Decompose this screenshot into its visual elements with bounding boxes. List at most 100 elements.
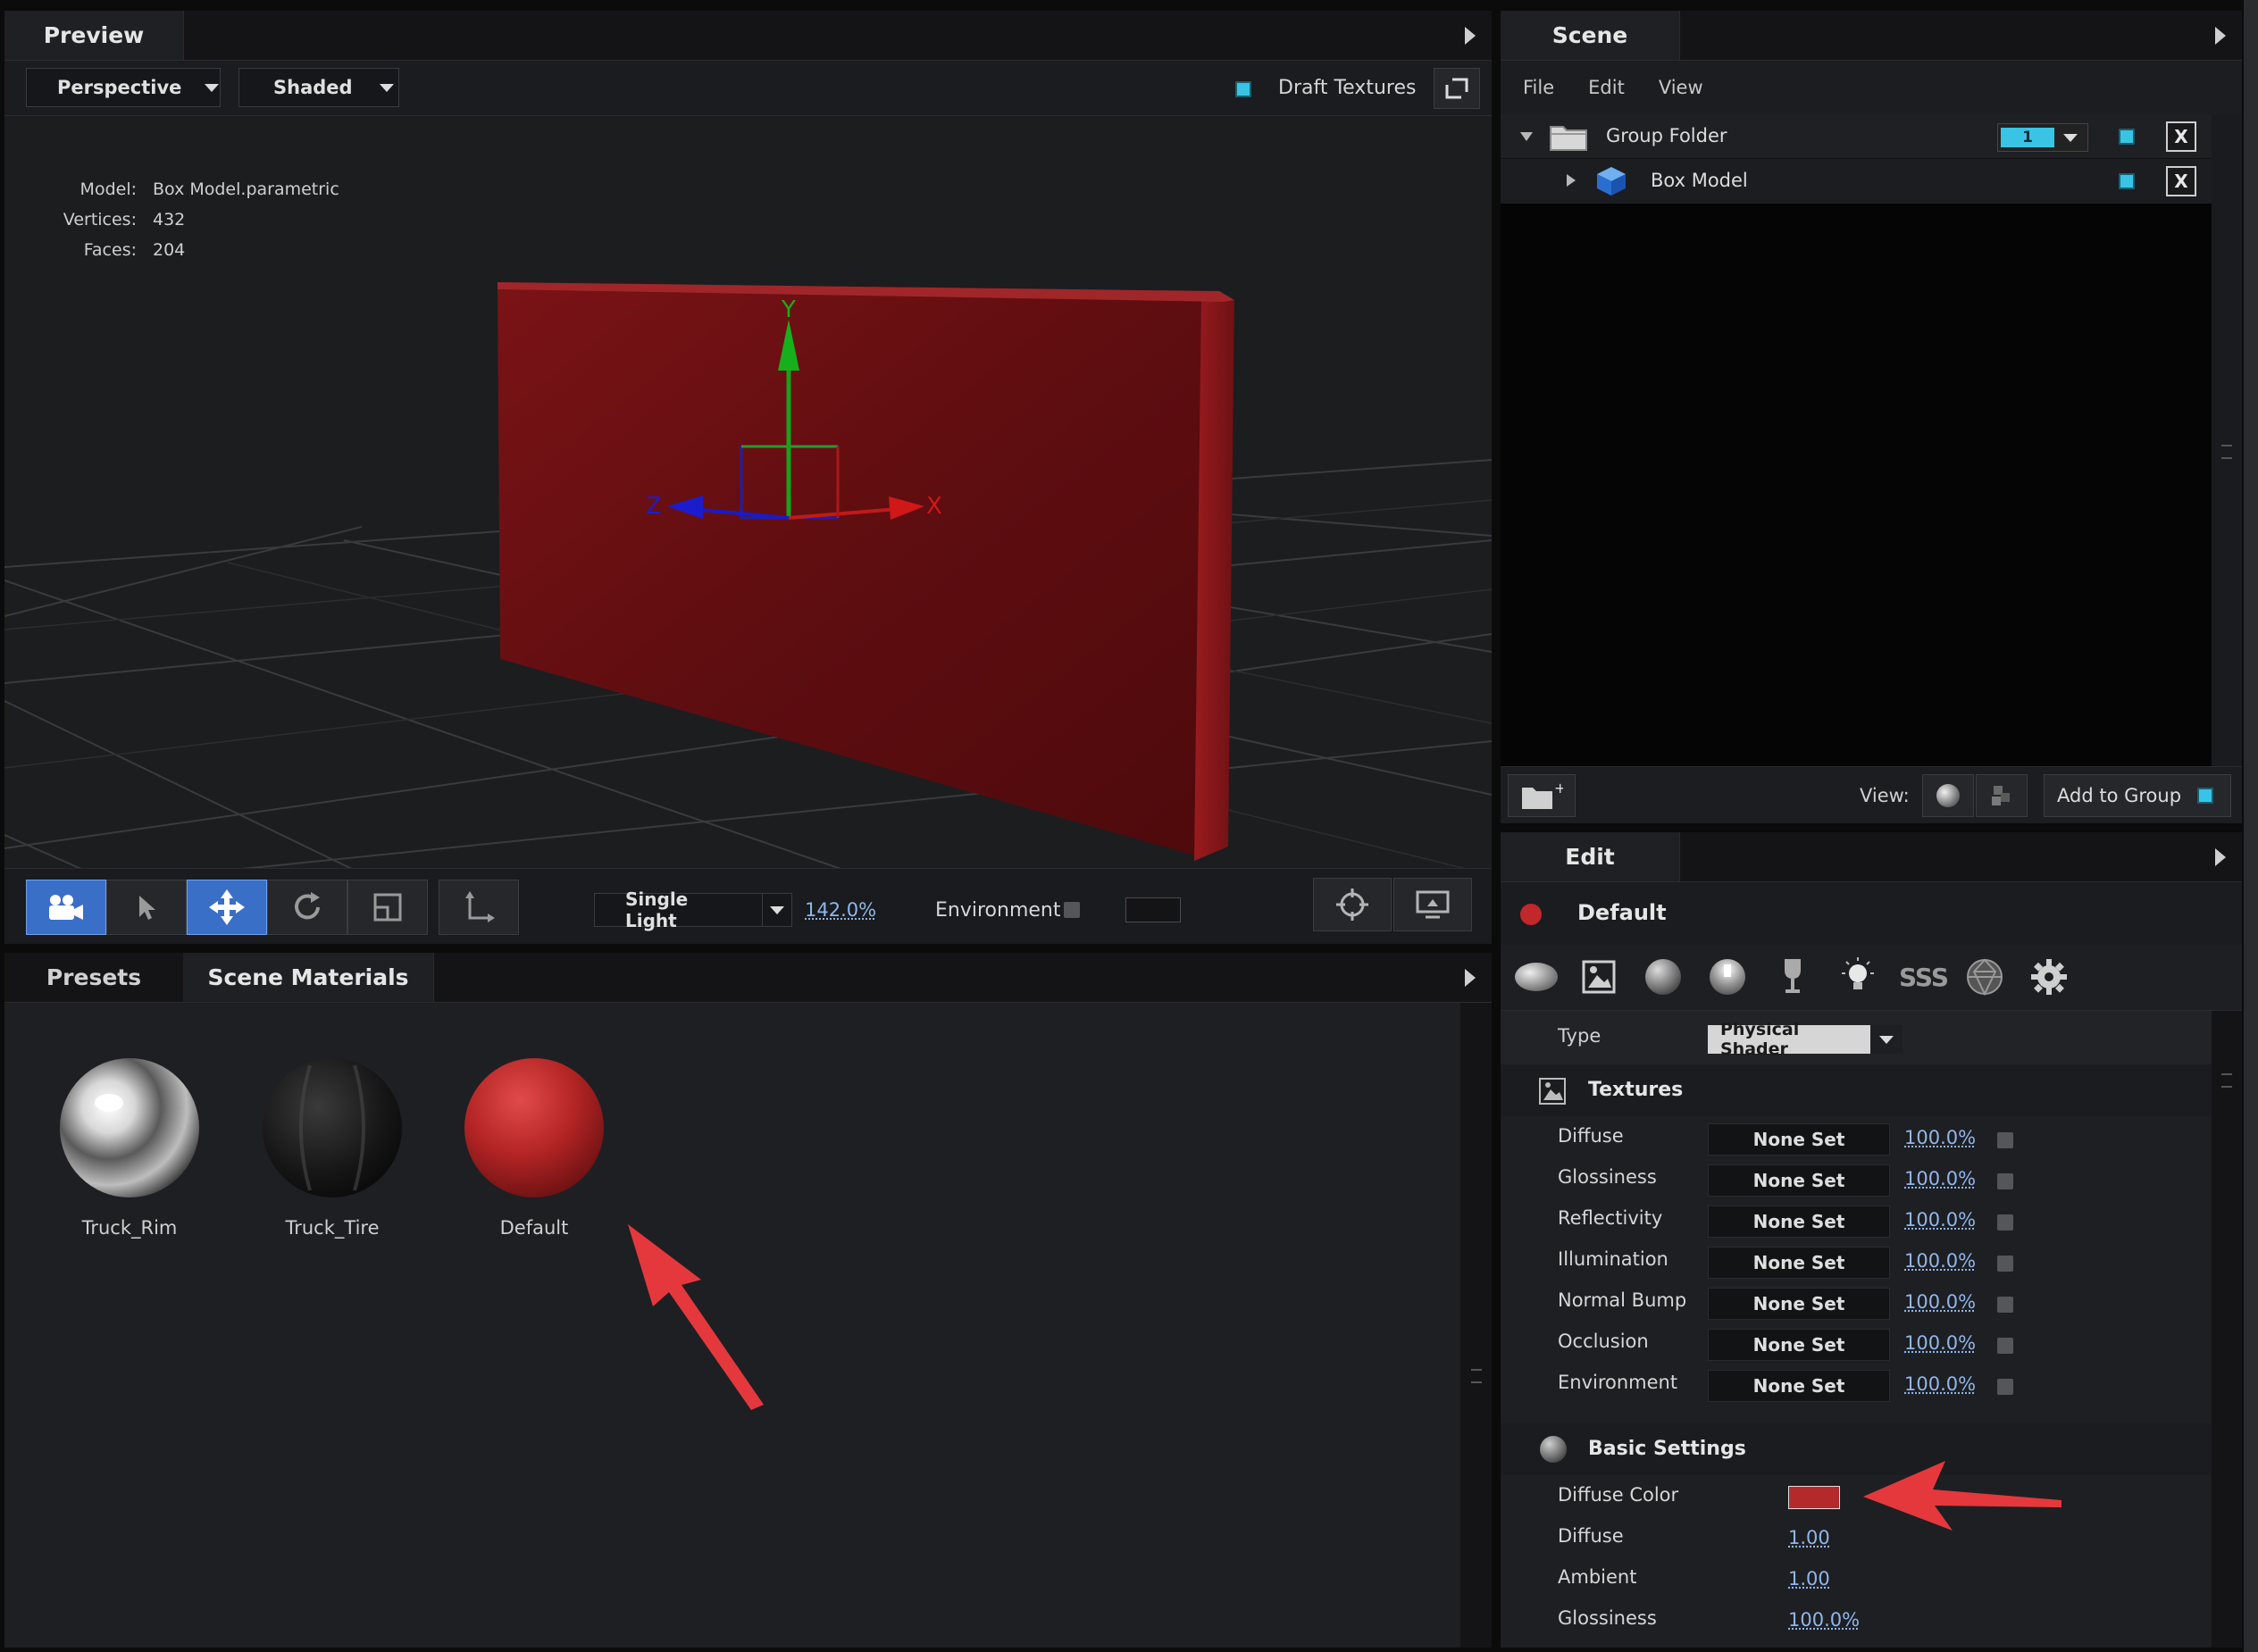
expand-triangle-icon[interactable] [1520,132,1533,141]
materials-expand-arrow-icon[interactable] [1465,969,1476,987]
texture-amount[interactable]: 100.0% [1904,1127,1976,1148]
texture-amount[interactable]: 100.0% [1904,1168,1976,1189]
texture-image-icon[interactable] [1581,959,1617,995]
sphere-basic-icon[interactable] [1643,957,1683,997]
texture-checkbox[interactable] [1997,1297,2013,1313]
3d-viewport[interactable]: Y X Z Model: Box Model.parametric Vertic… [4,116,1492,882]
light-mode-value: Single Light [625,889,689,931]
scene-tree: Group Folder 1 X Box Model X [1501,114,2212,775]
annotation-arrow-icon [628,1224,764,1410]
environment-swatch[interactable] [1125,897,1181,922]
viewport-bottom-toolbar: Single Light 142.0% Environment [4,868,1492,944]
draft-textures-checkbox[interactable] [1235,81,1251,97]
texture-checkbox[interactable] [1997,1379,2013,1395]
diffuse-color-swatch[interactable] [1788,1486,1840,1509]
view-sphere-button[interactable] [1922,774,1974,817]
view-objects-button[interactable] [1976,774,2028,817]
add-to-group-checkbox[interactable] [2197,788,2214,804]
light-mode-dropdown[interactable]: Single Light [594,889,792,931]
shader-icon[interactable] [1513,959,1560,995]
edit-panel: Edit Default SSS Type Physical Shader Te… [1501,832,2242,1648]
material-swatch-truck-tire[interactable]: Truck_Tire [256,1056,408,1239]
texture-amount[interactable]: 100.0% [1904,1332,1976,1354]
tree-row-box-model[interactable]: Box Model X [1501,159,2212,204]
frame-object-button[interactable] [1313,878,1392,931]
zoom-value[interactable]: 142.0% [805,899,876,921]
scene-expand-arrow-icon[interactable] [2215,27,2226,45]
tab-presets[interactable]: Presets [4,953,184,1002]
expand-triangle-icon[interactable] [1567,174,1576,187]
group-count-dropdown[interactable]: 1 [1997,123,2088,152]
gear-icon[interactable] [2029,957,2069,997]
glass-icon[interactable] [1779,957,1806,997]
texture-slot[interactable]: None Set [1708,1288,1890,1320]
basic-value[interactable]: 1.00 [1788,1568,1830,1589]
texture-label: Reflectivity [1558,1207,1663,1229]
materials-scrollbar[interactable] [1460,1003,1492,1648]
texture-slot[interactable]: None Set [1708,1329,1890,1361]
select-tool-button[interactable] [106,880,187,935]
group-delete-button[interactable]: X [2166,121,2196,152]
material-swatch-truck-rim[interactable]: Truck_Rim [54,1056,205,1239]
texture-slot[interactable]: None Set [1708,1206,1890,1238]
new-folder-button[interactable]: + [1508,774,1576,817]
texture-checkbox[interactable] [1997,1173,2013,1189]
texture-slot[interactable]: None Set [1708,1370,1890,1402]
texture-amount[interactable]: 100.0% [1904,1250,1976,1272]
group-visibility-checkbox[interactable] [2119,129,2135,145]
scroll-grip-icon [2221,1073,2232,1088]
texture-checkbox[interactable] [1997,1338,2013,1354]
tab-scene-materials[interactable]: Scene Materials [183,953,434,1002]
new-folder-icon: + [1522,780,1563,809]
menu-view[interactable]: View [1659,77,1703,98]
axis-x-label: X [926,493,942,520]
environment-checkbox[interactable] [1064,902,1080,918]
sphere-basic-icon [1540,1436,1567,1463]
tab-preview[interactable]: Preview [4,11,184,60]
tab-scene[interactable]: Scene [1501,11,1680,60]
basic-value[interactable]: 1.00 [1788,1527,1830,1548]
sss-icon[interactable]: SSS [1899,963,1949,992]
move-tool-button[interactable] [187,880,267,935]
geodesic-sphere-icon[interactable] [1965,957,2004,997]
tree-row-group-folder[interactable]: Group Folder 1 X [1501,114,2212,159]
reflection-sphere-icon[interactable] [1708,957,1747,997]
texture-checkbox[interactable] [1997,1214,2013,1231]
basic-value[interactable]: 100.0% [1788,1609,1860,1631]
model-delete-button[interactable]: X [2166,166,2196,196]
tab-edit[interactable]: Edit [1501,832,1680,881]
texture-checkbox[interactable] [1997,1132,2013,1148]
cube-icon [1597,167,1626,196]
material-swatch-default[interactable]: Default [458,1056,610,1239]
menu-edit[interactable]: Edit [1588,77,1625,98]
edit-expand-arrow-icon[interactable] [2215,848,2226,866]
pointer-icon [139,896,155,920]
texture-amount[interactable]: 100.0% [1904,1291,1976,1313]
screen-preview-button[interactable] [1393,878,1472,931]
light-bulb-icon[interactable] [1836,955,1879,998]
scene-scrollbar[interactable] [2212,114,2242,775]
scale-tool-button[interactable] [347,880,428,935]
texture-amount[interactable]: 100.0% [1904,1373,1976,1395]
chevron-down-icon [769,905,784,914]
axis-z-label: Z [646,493,662,520]
camera-tool-button[interactable] [26,880,106,935]
add-to-group-button[interactable]: Add to Group [2044,774,2231,817]
maximize-viewport-button[interactable] [1434,68,1480,109]
texture-slot[interactable]: None Set [1708,1123,1890,1156]
texture-checkbox[interactable] [1997,1256,2013,1272]
texture-slot[interactable]: None Set [1708,1164,1890,1197]
menu-file[interactable]: File [1523,77,1554,98]
preview-expand-arrow-icon[interactable] [1465,27,1476,45]
textures-section-header[interactable]: Textures [1501,1064,2212,1116]
basic-settings-section-header[interactable]: Basic Settings [1501,1423,2212,1475]
shading-dropdown[interactable]: Shaded [238,68,399,107]
texture-slot[interactable]: None Set [1708,1247,1890,1279]
axis-tool-button[interactable] [439,880,519,935]
model-visibility-checkbox[interactable] [2119,173,2135,189]
texture-amount[interactable]: 100.0% [1904,1209,1976,1231]
edit-scrollbar[interactable] [2212,1011,2242,1648]
shader-type-dropdown[interactable]: Physical Shader [1708,1020,1903,1059]
projection-dropdown[interactable]: Perspective [26,68,221,107]
rotate-tool-button[interactable] [267,880,347,935]
